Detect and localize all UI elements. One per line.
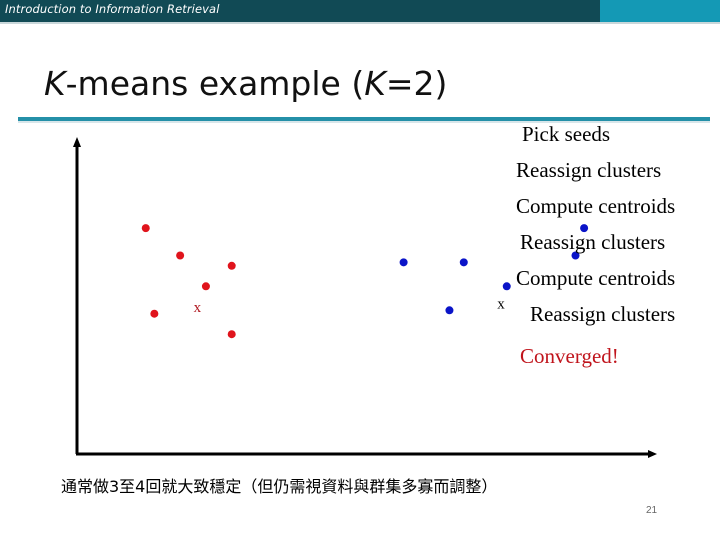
step-item: Reassign clusters (520, 230, 666, 254)
axes (73, 137, 657, 458)
red-data-point (227, 330, 236, 339)
x-axis-arrow-icon (648, 450, 657, 458)
blue-data-point (502, 282, 511, 291)
page-number: 21 (646, 505, 658, 516)
red-data-point (141, 224, 150, 233)
red-data-point (227, 261, 236, 270)
red-data-point (201, 282, 210, 291)
red-data-point (150, 309, 159, 318)
blue-data-point (459, 258, 468, 267)
step-item: Reassign clusters (530, 302, 676, 326)
red-centroid-marker: x (194, 300, 202, 316)
footnote: 通常做3至4回就大致穩定（但仍需視資料與群集多寡而調整） (61, 477, 498, 496)
red-data-point (176, 251, 185, 260)
step-converged: Converged! (520, 344, 619, 368)
y-axis-arrow-icon (73, 137, 81, 147)
blue-data-point (445, 306, 454, 315)
step-item: Reassign clusters (516, 158, 662, 182)
blue-centroid-marker: x (497, 296, 505, 312)
step-item: Compute centroids (516, 266, 676, 290)
blue-data-point (399, 258, 408, 267)
step-item: Pick seeds (522, 122, 611, 146)
step-item: Compute centroids (516, 194, 676, 218)
